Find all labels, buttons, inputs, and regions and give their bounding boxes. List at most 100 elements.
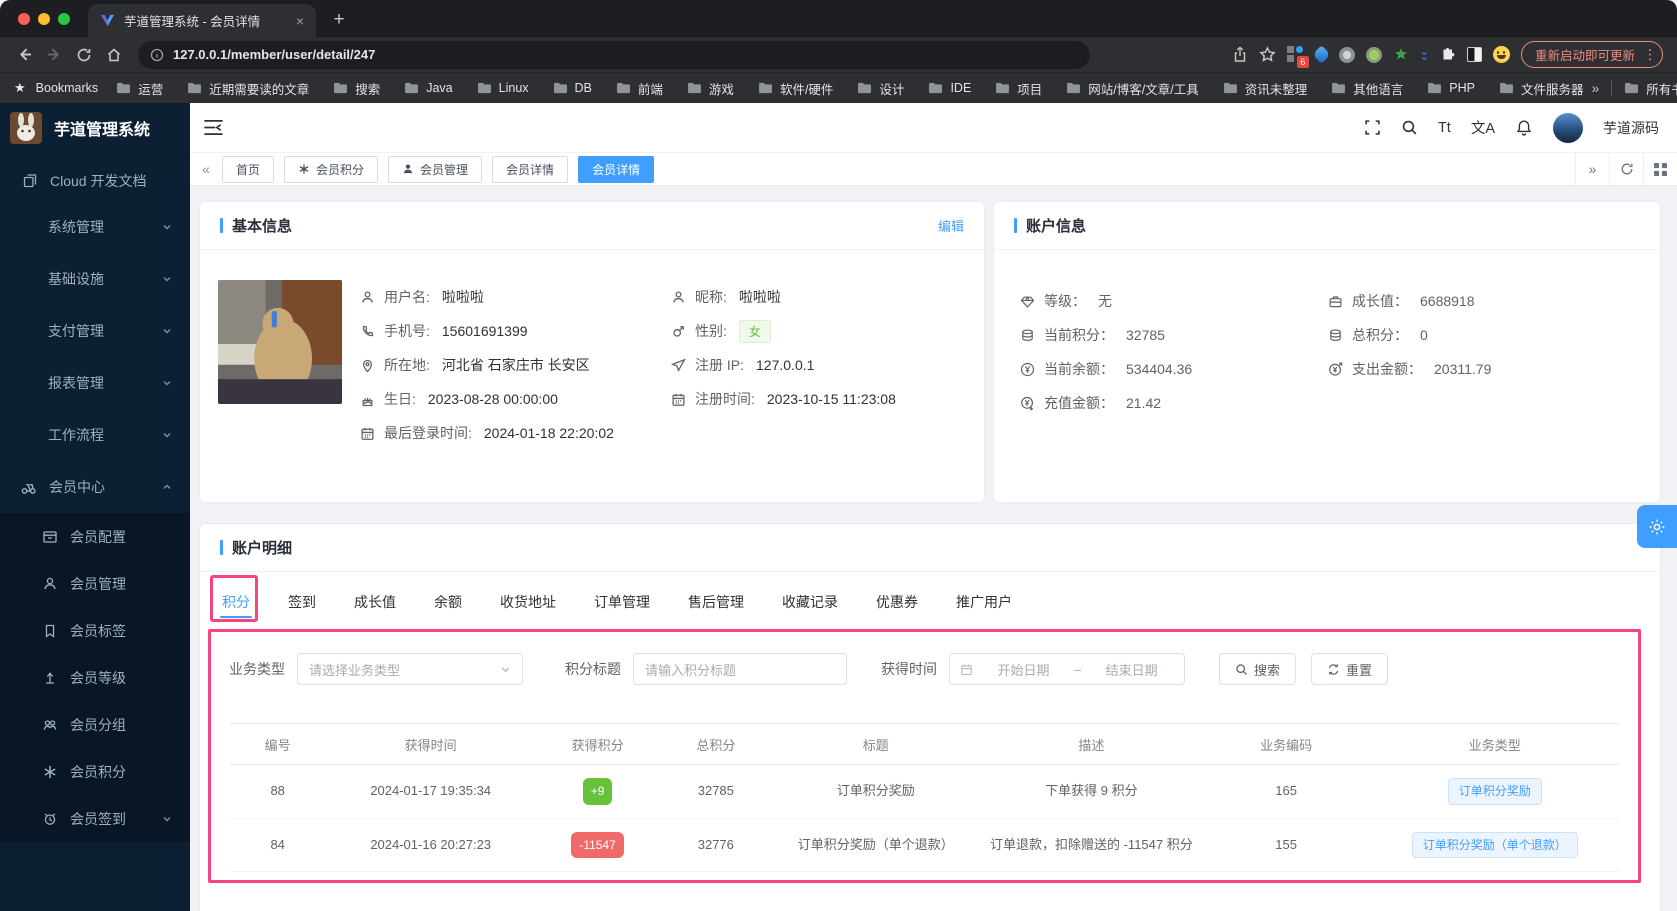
app-logo-row[interactable]: 芋道管理系统	[0, 103, 190, 153]
detail-tab[interactable]: 收货地址	[498, 586, 558, 624]
extension-icon-grid[interactable]: 6	[1287, 46, 1304, 63]
username-label[interactable]: 芋道源码	[1603, 118, 1659, 138]
nav-tab-home[interactable]: 首页	[222, 156, 274, 183]
search-icon[interactable]	[1401, 119, 1418, 136]
site-info-icon[interactable]	[150, 48, 164, 62]
bookmark-folder[interactable]: Java	[404, 81, 452, 95]
detail-tab[interactable]: 积分	[220, 586, 252, 624]
reset-button[interactable]: 重置	[1311, 653, 1388, 685]
forward-button[interactable]	[40, 41, 68, 69]
sidebar-group[interactable]: 工作流程	[0, 409, 190, 461]
bookmark-folder[interactable]: PHP	[1427, 81, 1475, 95]
font-size-icon[interactable]: Tt	[1438, 120, 1451, 136]
biz-type-select[interactable]: 请选择业务类型	[297, 653, 523, 685]
extension-icon-green-circle[interactable]	[1366, 47, 1382, 63]
nav-tab-member-detail[interactable]: 会员详情	[492, 156, 568, 183]
refresh-page-icon[interactable]	[1609, 153, 1643, 185]
window-controls[interactable]	[18, 13, 70, 25]
detail-tab[interactable]: 推广用户	[954, 586, 1014, 624]
sidebar-item-cloud-docs[interactable]: Cloud 开发文档	[0, 161, 190, 201]
close-window-button[interactable]	[18, 13, 30, 25]
bookmark-folder[interactable]: 游戏	[687, 79, 734, 98]
detail-tab[interactable]: 售后管理	[686, 586, 746, 624]
extension-icon-chevrons[interactable]: ⌄⌄	[1420, 50, 1429, 60]
zoom-window-button[interactable]	[58, 13, 70, 25]
sidebar-item-member-config[interactable]: 会员配置	[0, 513, 190, 560]
bookmark-folder[interactable]: 项目	[995, 79, 1042, 98]
user-avatar[interactable]	[1553, 113, 1583, 143]
share-icon[interactable]	[1232, 46, 1248, 63]
bookmark-folder[interactable]: Linux	[477, 81, 529, 95]
bookmark-folder[interactable]: 设计	[857, 79, 904, 98]
bookmark-folder[interactable]: 软件/硬件	[758, 79, 833, 98]
detail-tab[interactable]: 订单管理	[592, 586, 652, 624]
sidebar-item-member-signin[interactable]: 会员签到	[0, 795, 190, 842]
bookmark-folder[interactable]: 资讯未整理	[1223, 79, 1308, 98]
browser-tab[interactable]: 芋道管理系统 - 会员详情 ×	[88, 4, 316, 37]
nav-tab-member-points[interactable]: 会员积分	[284, 156, 378, 183]
sidebar-item-member-points[interactable]: 会员积分	[0, 748, 190, 795]
back-button[interactable]	[10, 41, 38, 69]
sidebar-item-member-group[interactable]: 会员分组	[0, 701, 190, 748]
nav-tab-member-detail-active[interactable]: 会员详情	[578, 156, 654, 183]
minimize-window-button[interactable]	[38, 13, 50, 25]
sidebar-group[interactable]: 支付管理	[0, 305, 190, 357]
extension-icon-kite[interactable]	[1312, 45, 1330, 63]
extension-icon-green-star[interactable]	[1393, 47, 1409, 63]
bookmarks-label[interactable]: Bookmarks	[36, 81, 99, 95]
sidebar-item-member-center[interactable]: 会员中心	[0, 461, 190, 513]
bookmark-folder[interactable]: DB	[553, 81, 592, 95]
tabs-scroll-right[interactable]: »	[1575, 153, 1609, 185]
table-row[interactable]: 88 2024-01-17 19:35:34 +9 32785 订单积分奖励 下…	[229, 765, 1620, 819]
table-row[interactable]: 84 2024-01-16 20:27:23 -11547 32776 订单积分…	[229, 818, 1620, 872]
bookmark-folder[interactable]: 运营	[116, 79, 163, 98]
browser-update-button[interactable]: 重新启动即可更新 ⋮	[1521, 41, 1663, 68]
reload-button[interactable]	[70, 41, 98, 69]
language-icon[interactable]: 文A	[1471, 117, 1495, 138]
extension-icon-contrast[interactable]	[1467, 47, 1482, 62]
sidebar-group[interactable]: 报表管理	[0, 357, 190, 409]
sidebar-item-member-management[interactable]: 会员管理	[0, 560, 190, 607]
collapse-menu-icon[interactable]	[204, 119, 223, 136]
theme-settings-button[interactable]	[1637, 505, 1677, 548]
sidebar-group[interactable]: 基础设施	[0, 253, 190, 305]
address-bar[interactable]: 127.0.0.1/member/user/detail/247	[138, 41, 1090, 69]
detail-tab[interactable]: 成长值	[352, 586, 398, 624]
tab-close-icon[interactable]: ×	[296, 13, 304, 29]
nav-tab-member-management[interactable]: 会员管理	[388, 156, 482, 183]
new-tab-button[interactable]: +	[324, 5, 354, 35]
layout-grid-icon[interactable]	[1643, 153, 1677, 185]
sidebar-item-member-tags[interactable]: 会员标签	[0, 607, 190, 654]
detail-tab[interactable]: 收藏记录	[780, 586, 840, 624]
date-range-picker[interactable]: 开始日期 – 结束日期	[949, 653, 1185, 685]
edit-button[interactable]: 编辑	[938, 216, 964, 235]
detail-tab[interactable]: 优惠券	[874, 586, 920, 624]
sidebar-group[interactable]: 系统管理	[0, 201, 190, 253]
extensions-puzzle-icon[interactable]	[1440, 47, 1456, 63]
bookmark-folder[interactable]: 网站/博客/文章/工具	[1066, 79, 1198, 98]
url-text[interactable]: 127.0.0.1/member/user/detail/247	[173, 47, 375, 62]
points-title-input[interactable]: 请输入积分标题	[633, 653, 847, 685]
end-date-placeholder[interactable]: 结束日期	[1089, 660, 1174, 679]
bookmark-folder[interactable]: 前端	[616, 79, 663, 98]
extension-icon-gray[interactable]	[1339, 47, 1355, 63]
bookmark-star-icon[interactable]	[1259, 46, 1276, 63]
fullscreen-icon[interactable]	[1364, 119, 1381, 136]
detail-tab[interactable]: 签到	[286, 586, 318, 624]
browser-menu-icon[interactable]: ⋮	[1643, 46, 1657, 63]
bookmark-folder[interactable]: 近期需要读的文章	[187, 79, 309, 98]
tabs-scroll-left[interactable]: «	[190, 161, 222, 177]
all-bookmarks-button[interactable]: 所有书签	[1624, 79, 1677, 98]
bookmark-folder[interactable]: 搜索	[333, 79, 380, 98]
bookmarks-star-icon[interactable]: ★	[14, 80, 26, 96]
bookmarks-overflow-icon[interactable]: »	[1591, 80, 1599, 96]
home-button[interactable]	[100, 41, 128, 69]
extension-icon-emoji[interactable]	[1493, 46, 1510, 63]
detail-tab[interactable]: 余额	[432, 586, 464, 624]
notification-bell-icon[interactable]	[1515, 119, 1533, 137]
sidebar-item-member-level[interactable]: 会员等级	[0, 654, 190, 701]
start-date-placeholder[interactable]: 开始日期	[981, 660, 1066, 679]
bookmark-folder[interactable]: 其他语言	[1331, 79, 1403, 98]
bookmark-folder[interactable]: 文件服务器	[1499, 79, 1584, 98]
bookmark-folder[interactable]: IDE	[928, 81, 971, 95]
